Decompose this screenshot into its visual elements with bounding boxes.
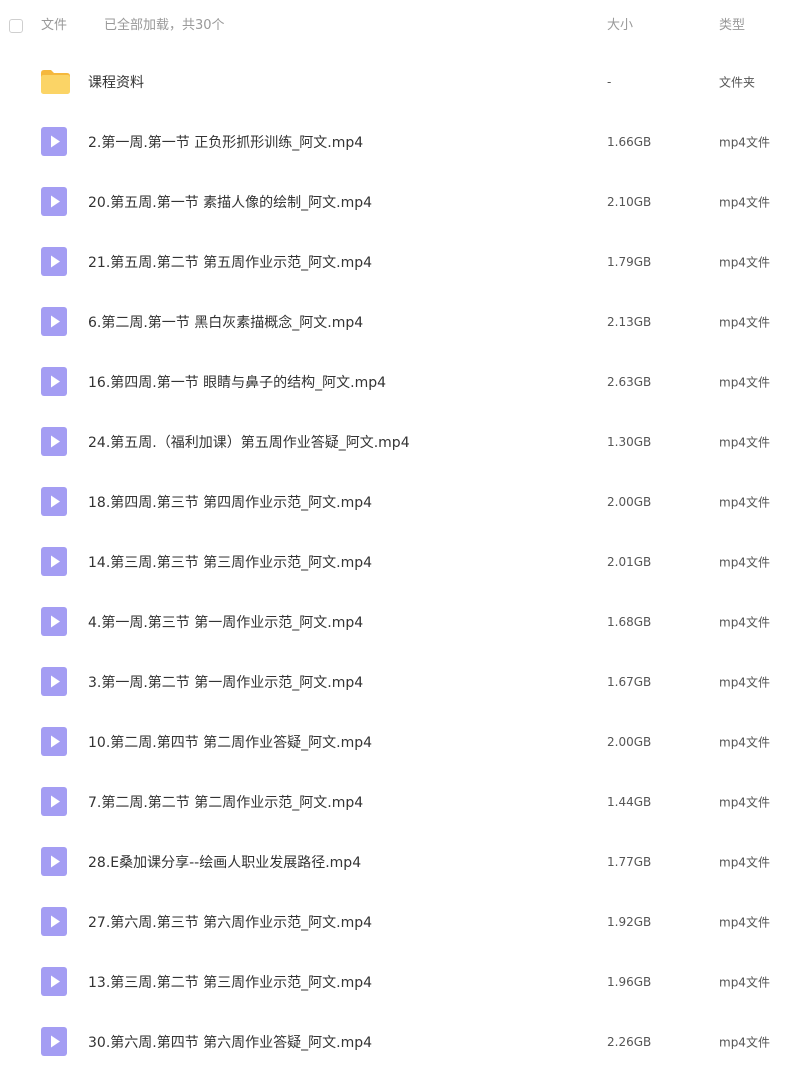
video-file-icon bbox=[41, 847, 69, 877]
file-name[interactable]: 21.第五周.第二节 第五周作业示范_阿文.mp4 bbox=[88, 252, 372, 272]
file-name[interactable]: 24.第五周.（福利加课）第五周作业答疑_阿文.mp4 bbox=[88, 432, 410, 452]
load-status-text: 已全部加载，共30个 bbox=[104, 18, 225, 33]
file-row[interactable]: 6.第二周.第一节 黑白灰素描概念_阿文.mp4 2.13GB mp4文件 bbox=[0, 292, 802, 352]
video-file-icon bbox=[41, 787, 69, 817]
file-row[interactable]: 20.第五周.第一节 素描人像的绘制_阿文.mp4 2.10GB mp4文件 bbox=[0, 172, 802, 232]
folder-icon bbox=[40, 69, 71, 95]
video-file-icon bbox=[41, 187, 69, 217]
file-row[interactable]: 3.第一周.第二节 第一周作业示范_阿文.mp4 1.67GB mp4文件 bbox=[0, 652, 802, 712]
column-header-file[interactable]: 文件 bbox=[41, 17, 67, 35]
video-file-icon bbox=[41, 307, 69, 337]
file-type: mp4文件 bbox=[719, 435, 770, 450]
file-type: mp4文件 bbox=[719, 615, 770, 630]
file-type: mp4文件 bbox=[719, 195, 770, 210]
column-header-size[interactable]: 大小 bbox=[607, 17, 633, 35]
file-name[interactable]: 4.第一周.第三节 第一周作业示范_阿文.mp4 bbox=[88, 612, 363, 632]
file-size: 2.00GB bbox=[607, 735, 652, 749]
file-row[interactable]: 7.第二周.第二节 第二周作业示范_阿文.mp4 1.44GB mp4文件 bbox=[0, 772, 802, 832]
file-name[interactable]: 30.第六周.第四节 第六周作业答疑_阿文.mp4 bbox=[88, 1032, 372, 1052]
file-row[interactable]: 28.E桑加课分享--绘画人职业发展路径.mp4 1.77GB mp4文件 bbox=[0, 832, 802, 892]
file-row[interactable]: 16.第四周.第一节 眼睛与鼻子的结构_阿文.mp4 2.63GB mp4文件 bbox=[0, 352, 802, 412]
file-type: mp4文件 bbox=[719, 495, 770, 510]
file-size: 1.30GB bbox=[607, 435, 652, 449]
select-all-checkbox[interactable] bbox=[9, 19, 23, 33]
file-type: 文件夹 bbox=[719, 75, 756, 90]
file-size: 1.68GB bbox=[607, 615, 652, 629]
file-type: mp4文件 bbox=[719, 255, 770, 270]
file-row[interactable]: 14.第三周.第三节 第三周作业示范_阿文.mp4 2.01GB mp4文件 bbox=[0, 532, 802, 592]
video-file-icon bbox=[41, 1027, 69, 1057]
file-size: 1.66GB bbox=[607, 135, 652, 149]
file-row[interactable]: 27.第六周.第三节 第六周作业示范_阿文.mp4 1.92GB mp4文件 bbox=[0, 892, 802, 952]
file-name[interactable]: 7.第二周.第二节 第二周作业示范_阿文.mp4 bbox=[88, 792, 363, 812]
file-name[interactable]: 6.第二周.第一节 黑白灰素描概念_阿文.mp4 bbox=[88, 312, 363, 332]
video-file-icon bbox=[41, 427, 69, 457]
file-type: mp4文件 bbox=[719, 675, 770, 690]
folder-row[interactable]: 课程资料 - 文件夹 bbox=[0, 52, 802, 112]
file-name[interactable]: 3.第一周.第二节 第一周作业示范_阿文.mp4 bbox=[88, 672, 363, 692]
video-file-icon bbox=[41, 667, 69, 697]
file-type: mp4文件 bbox=[719, 555, 770, 570]
file-name[interactable]: 27.第六周.第三节 第六周作业示范_阿文.mp4 bbox=[88, 912, 372, 932]
file-name[interactable]: 14.第三周.第三节 第三周作业示范_阿文.mp4 bbox=[88, 552, 372, 572]
file-size: 2.00GB bbox=[607, 495, 652, 509]
file-size: 1.96GB bbox=[607, 975, 652, 989]
file-size: 2.13GB bbox=[607, 315, 652, 329]
file-size: 2.63GB bbox=[607, 375, 652, 389]
video-file-icon bbox=[41, 367, 69, 397]
file-type: mp4文件 bbox=[719, 975, 770, 990]
file-name[interactable]: 20.第五周.第一节 素描人像的绘制_阿文.mp4 bbox=[88, 192, 372, 212]
file-row[interactable]: 18.第四周.第三节 第四周作业示范_阿文.mp4 2.00GB mp4文件 bbox=[0, 472, 802, 532]
file-row[interactable]: 4.第一周.第三节 第一周作业示范_阿文.mp4 1.68GB mp4文件 bbox=[0, 592, 802, 652]
file-name[interactable]: 2.第一周.第一节 正负形抓形训练_阿文.mp4 bbox=[88, 132, 363, 152]
file-row[interactable]: 2.第一周.第一节 正负形抓形训练_阿文.mp4 1.66GB mp4文件 bbox=[0, 112, 802, 172]
file-row[interactable]: 21.第五周.第二节 第五周作业示范_阿文.mp4 1.79GB mp4文件 bbox=[0, 232, 802, 292]
file-size: 1.77GB bbox=[607, 855, 652, 869]
file-size: 1.67GB bbox=[607, 675, 652, 689]
file-type: mp4文件 bbox=[719, 795, 770, 810]
video-file-icon bbox=[41, 727, 69, 757]
file-name[interactable]: 课程资料 bbox=[88, 72, 144, 92]
video-file-icon bbox=[41, 127, 69, 157]
file-type: mp4文件 bbox=[719, 1035, 770, 1050]
file-size: 2.01GB bbox=[607, 555, 652, 569]
file-name[interactable]: 16.第四周.第一节 眼睛与鼻子的结构_阿文.mp4 bbox=[88, 372, 386, 392]
video-file-icon bbox=[41, 547, 69, 577]
file-size: 1.92GB bbox=[607, 915, 652, 929]
file-row[interactable]: 24.第五周.（福利加课）第五周作业答疑_阿文.mp4 1.30GB mp4文件 bbox=[0, 412, 802, 472]
file-size: 2.26GB bbox=[607, 1035, 652, 1049]
file-type: mp4文件 bbox=[719, 915, 770, 930]
file-name[interactable]: 10.第二周.第四节 第二周作业答疑_阿文.mp4 bbox=[88, 732, 372, 752]
file-size: - bbox=[607, 75, 612, 89]
file-row[interactable]: 30.第六周.第四节 第六周作业答疑_阿文.mp4 2.26GB mp4文件 bbox=[0, 1012, 802, 1072]
video-file-icon bbox=[41, 607, 69, 637]
file-size: 1.44GB bbox=[607, 795, 652, 809]
file-row[interactable]: 13.第三周.第二节 第三周作业示范_阿文.mp4 1.96GB mp4文件 bbox=[0, 952, 802, 1012]
file-size: 2.10GB bbox=[607, 195, 652, 209]
file-list-header: 文件 已全部加载，共30个 大小 类型 bbox=[0, 0, 802, 52]
video-file-icon bbox=[41, 487, 69, 517]
file-name[interactable]: 13.第三周.第二节 第三周作业示范_阿文.mp4 bbox=[88, 972, 372, 992]
file-size: 1.79GB bbox=[607, 255, 652, 269]
video-file-icon bbox=[41, 907, 69, 937]
video-file-icon bbox=[41, 247, 69, 277]
file-type: mp4文件 bbox=[719, 375, 770, 390]
file-row[interactable]: 10.第二周.第四节 第二周作业答疑_阿文.mp4 2.00GB mp4文件 bbox=[0, 712, 802, 772]
file-list: 课程资料 - 文件夹 2.第一周.第一节 正负形抓形训练_阿文.mp4 1.66GB mp… bbox=[0, 52, 802, 1072]
file-type: mp4文件 bbox=[719, 735, 770, 750]
file-name[interactable]: 18.第四周.第三节 第四周作业示范_阿文.mp4 bbox=[88, 492, 372, 512]
file-type: mp4文件 bbox=[719, 315, 770, 330]
video-file-icon bbox=[41, 967, 69, 997]
column-header-type[interactable]: 类型 bbox=[719, 17, 745, 35]
file-type: mp4文件 bbox=[719, 135, 770, 150]
file-name[interactable]: 28.E桑加课分享--绘画人职业发展路径.mp4 bbox=[88, 852, 361, 872]
file-type: mp4文件 bbox=[719, 855, 770, 870]
